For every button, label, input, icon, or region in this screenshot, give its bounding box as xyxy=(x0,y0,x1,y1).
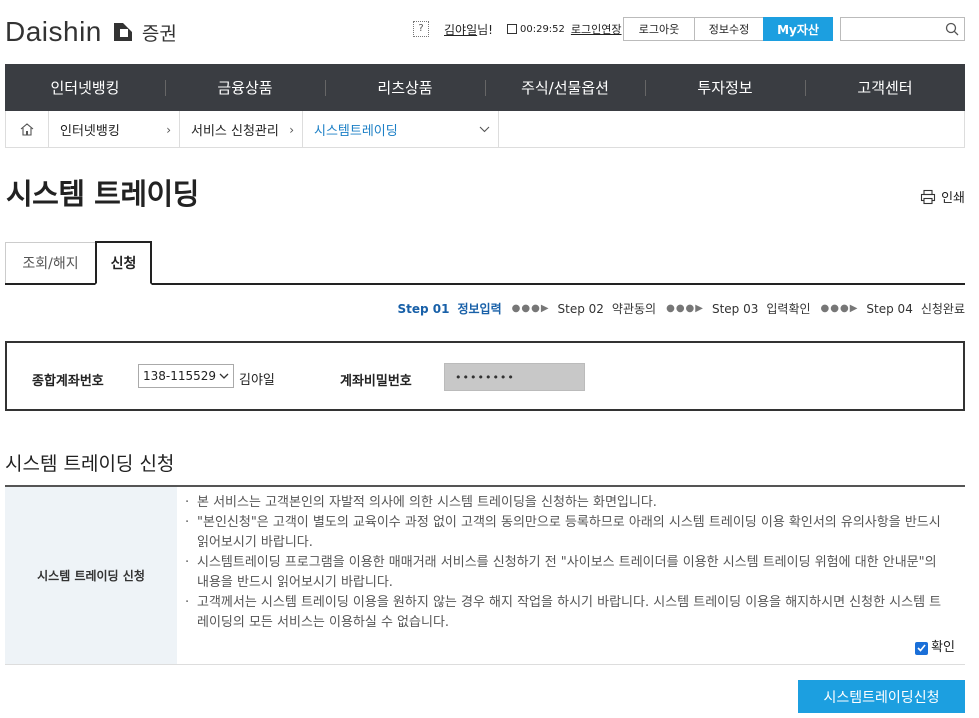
breadcrumb-item-internet-banking[interactable]: 인터넷뱅킹 › xyxy=(49,111,180,147)
step-label: 신청완료 xyxy=(920,302,965,316)
system-trading-apply-button[interactable]: 시스템트레이딩신청 xyxy=(798,680,965,713)
step-number: Step 03 xyxy=(711,301,759,316)
step-separator: ●●●▶ xyxy=(820,303,859,314)
account-password-field[interactable]: •••••••• xyxy=(444,363,585,391)
print-button[interactable]: 인쇄 xyxy=(920,187,965,206)
account-holder-name: 김야일 xyxy=(239,373,275,388)
step-4: Step 04 신청완료 xyxy=(866,300,965,317)
nav-item-internet-banking[interactable]: 인터넷뱅킹 xyxy=(5,64,165,111)
notice-row-header: 시스템 트레이딩 신청 xyxy=(5,487,177,664)
confirm-checkbox[interactable]: 확인 xyxy=(915,638,955,658)
brand-mark-icon xyxy=(113,23,132,41)
checkbox-checked-icon[interactable] xyxy=(915,641,929,655)
step-number: Step 01 xyxy=(397,301,450,316)
notice-item: 본 서비스는 고객본인의 자발적 의사에 의한 시스템 트레이딩을 신청하는 화… xyxy=(185,493,951,513)
nav-item-investment-info[interactable]: 투자정보 xyxy=(645,64,805,111)
search-input[interactable] xyxy=(840,17,965,41)
logout-button[interactable]: 로그아웃 xyxy=(623,17,695,41)
account-select[interactable]: 138-115529 xyxy=(138,364,234,388)
notice-item: "본인신청"은 고객이 별도의 교육이수 과정 없이 고객의 동의만으로 등록하… xyxy=(185,513,951,553)
chevron-right-icon: › xyxy=(289,123,294,137)
step-3: Step 03 입력확인 xyxy=(712,300,817,317)
step-separator: ●●●▶ xyxy=(511,303,550,314)
account-select-value: 138-115529 xyxy=(143,369,217,383)
password-mask: •••••••• xyxy=(455,370,515,384)
breadcrumb: 인터넷뱅킹 › 서비스 신청관리 › 시스템트레이딩 xyxy=(5,111,965,148)
print-label: 인쇄 xyxy=(941,191,965,206)
breadcrumb-label: 서비스 신청관리 xyxy=(191,123,279,139)
breadcrumb-label: 인터넷뱅킹 xyxy=(60,123,120,139)
chevron-right-icon: › xyxy=(166,123,171,137)
account-buttons: 로그아웃 정보수정 My자산 xyxy=(623,17,833,41)
account-number-label: 종합계좌번호 xyxy=(32,374,104,389)
breadcrumb-item-service-mgmt[interactable]: 서비스 신청관리 › xyxy=(180,111,303,147)
logo[interactable]: Daishin 증권 xyxy=(5,16,177,48)
tab-inquiry-cancel[interactable]: 조회/해지 xyxy=(5,242,96,283)
brand-sub: 증권 xyxy=(141,22,177,45)
step-label: 약관동의 xyxy=(611,302,657,316)
help-icon[interactable]: ? xyxy=(413,21,429,37)
search-icon[interactable] xyxy=(945,22,959,36)
nav-item-reits[interactable]: 리츠상품 xyxy=(325,64,485,111)
main-nav: 인터넷뱅킹 금융상품 리츠상품 주식/선물옵션 투자정보 고객센터 xyxy=(5,64,965,111)
step-2: Step 02 약관동의 xyxy=(558,300,663,317)
account-panel: 종합계좌번호 138-115529 김야일 계좌비밀번호 •••••••• xyxy=(5,341,965,411)
extend-login-link[interactable]: 로그인연장 xyxy=(571,21,622,37)
notice-table: 시스템 트레이딩 신청 본 서비스는 고객본인의 자발적 의사에 의한 시스템 … xyxy=(5,485,965,665)
chevron-down-icon xyxy=(219,373,229,379)
notice-item: 고객께서는 시스템 트레이딩 이용을 원하지 않는 경우 해지 작업을 하시기 … xyxy=(185,593,951,633)
printer-icon xyxy=(921,189,936,204)
nav-item-stocks-futures[interactable]: 주식/선물옵션 xyxy=(485,64,645,111)
confirm-label: 확인 xyxy=(931,640,955,655)
step-separator: ●●●▶ xyxy=(666,303,704,314)
breadcrumb-item-system-trading[interactable]: 시스템트레이딩 xyxy=(303,111,499,147)
home-icon xyxy=(20,123,34,136)
my-asset-button[interactable]: My자산 xyxy=(763,17,833,41)
nav-item-financial-products[interactable]: 금융상품 xyxy=(165,64,325,111)
brand-name: Daishin xyxy=(5,16,102,47)
edit-info-button[interactable]: 정보수정 xyxy=(694,17,764,41)
step-indicator: Step 01 정보입력 ●●●▶ Step 02 약관동의 ●●●▶ Step… xyxy=(397,300,965,317)
notice-item: 시스템트레이딩 프로그램을 이용한 매매거래 서비스를 신청하기 전 "사이보스… xyxy=(185,553,951,593)
chevron-down-icon xyxy=(479,126,490,133)
step-number: Step 02 xyxy=(557,301,604,316)
user-suffix: 님! xyxy=(477,22,493,37)
step-1: Step 01 정보입력 xyxy=(397,300,507,317)
step-label: 입력확인 xyxy=(766,302,811,316)
tab-bar: 조회/해지 신청 xyxy=(5,241,965,285)
breadcrumb-label: 시스템트레이딩 xyxy=(314,123,398,139)
nav-item-customer-center[interactable]: 고객센터 xyxy=(805,64,965,111)
page-title: 시스템 트레이딩 xyxy=(6,177,199,211)
clock-icon xyxy=(506,24,517,34)
utility-bar: ? 김야일 님! 00:29:52 로그인연장 xyxy=(413,17,622,41)
tab-apply[interactable]: 신청 xyxy=(95,241,152,285)
breadcrumb-home[interactable] xyxy=(6,111,49,147)
account-password-label: 계좌비밀번호 xyxy=(340,374,412,389)
user-name-link[interactable]: 김야일 xyxy=(444,21,477,38)
step-label: 정보입력 xyxy=(457,302,502,316)
section-title: 시스템 트레이딩 신청 xyxy=(5,453,175,475)
notice-body: 본 서비스는 고객본인의 자발적 의사에 의한 시스템 트레이딩을 신청하는 화… xyxy=(177,487,965,664)
session-timer: 00:29:52 xyxy=(519,23,565,35)
step-number: Step 04 xyxy=(866,301,913,316)
